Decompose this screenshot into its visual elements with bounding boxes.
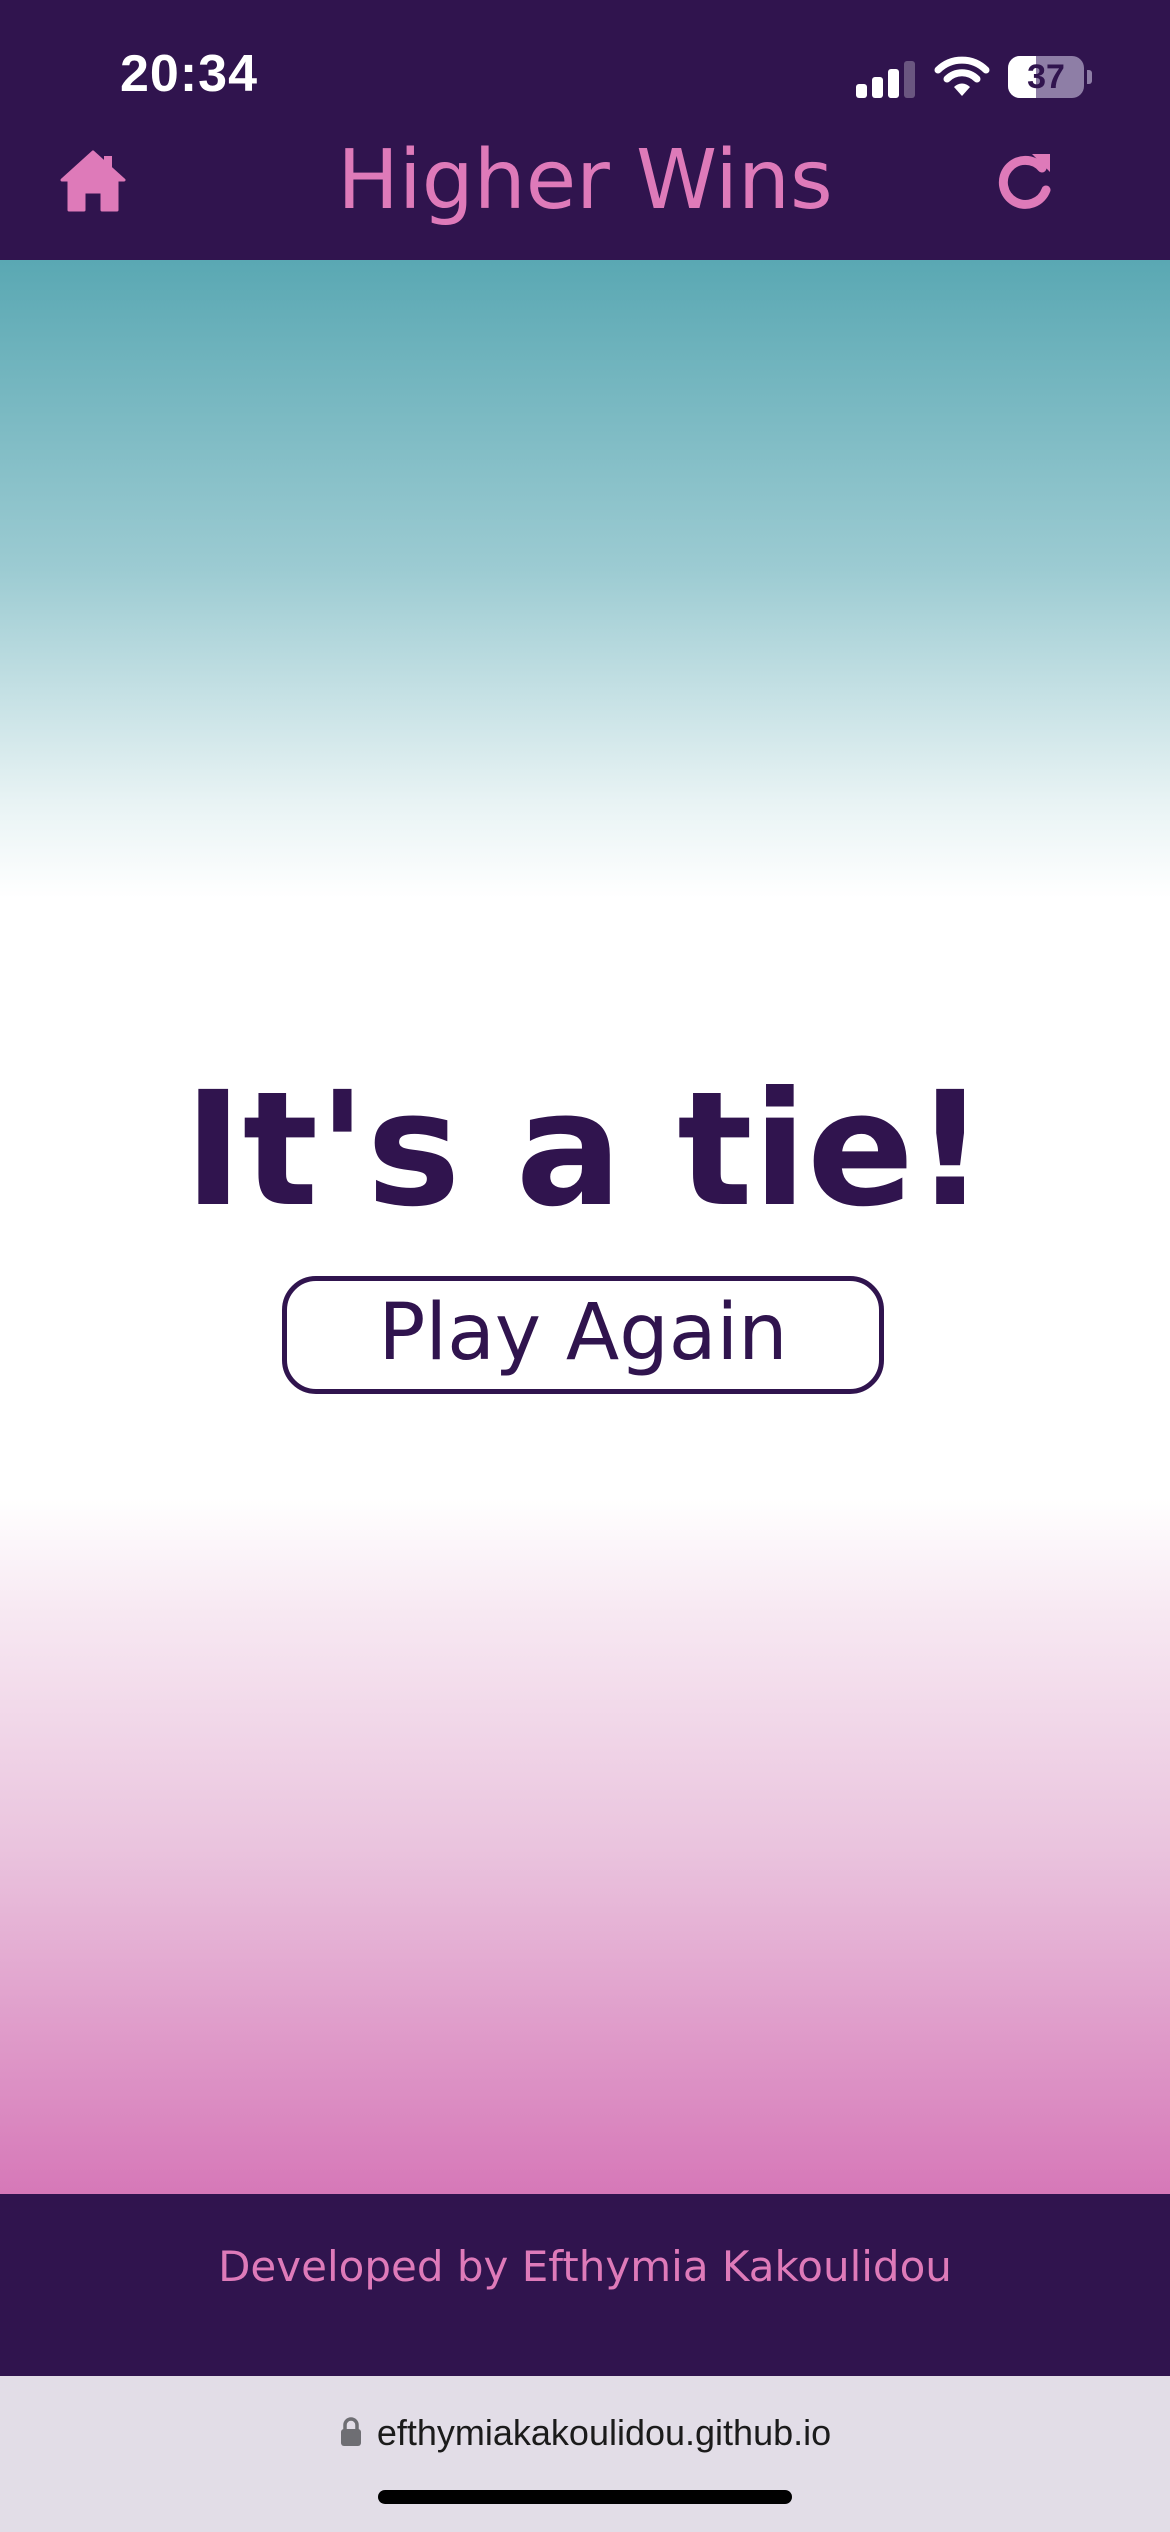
refresh-icon [998, 154, 1051, 209]
battery-cap [1087, 70, 1092, 84]
app-header: 20:34 37 Higher Wins [0, 0, 1170, 260]
url-text: efthymiakakoulidou.github.io [376, 2412, 832, 2453]
battery-icon: 37 [1008, 56, 1084, 98]
cellular-signal-icon [856, 58, 916, 98]
wifi-icon [934, 56, 990, 96]
developer-credit: Developed by Efthymia Kakoulidou [218, 2242, 952, 2291]
status-time: 20:34 [120, 45, 258, 103]
refresh-button[interactable] [992, 148, 1058, 214]
battery-level: 37 [1027, 58, 1065, 96]
result-text: It's a tie! [183, 1058, 987, 1242]
game-area: It's a tie! Play Again [0, 260, 1170, 2194]
url-display[interactable]: efthymiakakoulidou.github.io [0, 2408, 1170, 2458]
browser-url-bar[interactable]: efthymiakakoulidou.github.io [0, 2376, 1170, 2532]
page-footer: Developed by Efthymia Kakoulidou [0, 2194, 1170, 2376]
home-indicator [378, 2490, 792, 2504]
lock-icon [340, 2417, 361, 2447]
play-again-button[interactable]: Play Again [282, 1276, 884, 1394]
